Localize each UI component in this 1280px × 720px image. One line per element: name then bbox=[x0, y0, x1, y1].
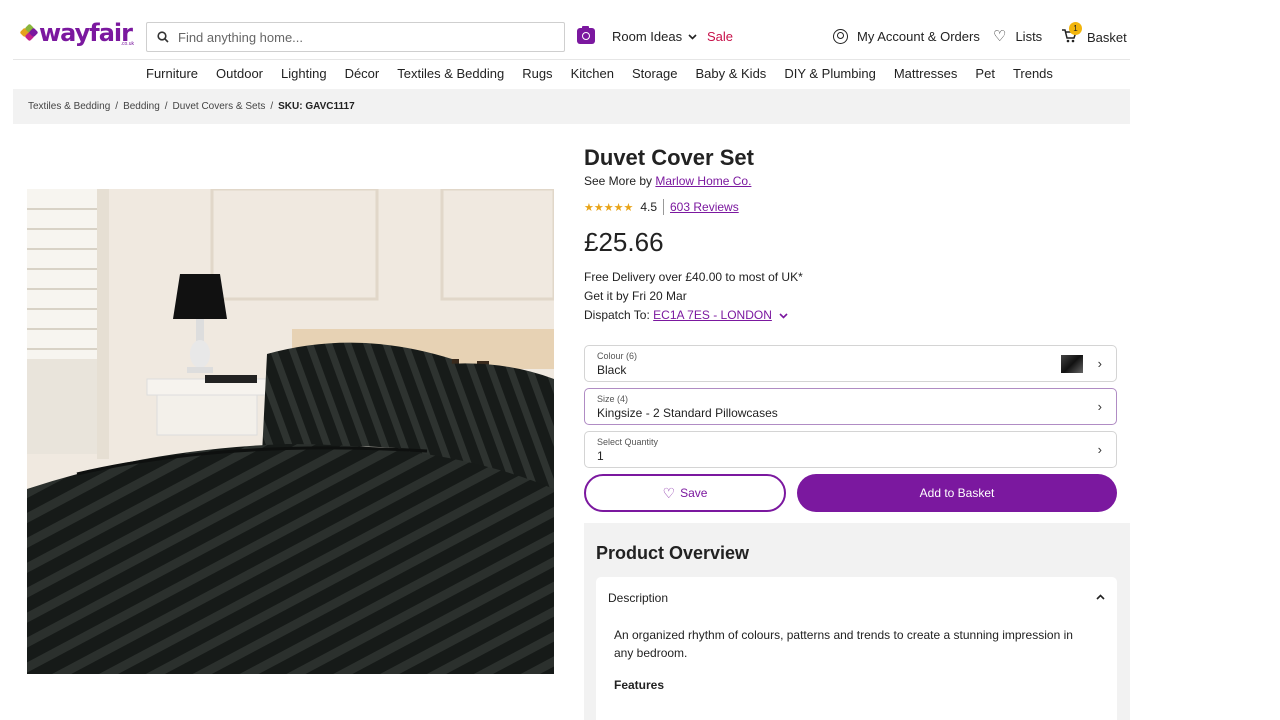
quantity-selector[interactable]: Select Quantity 1 › bbox=[584, 431, 1117, 468]
quantity-label: Select Quantity bbox=[597, 437, 659, 447]
add-to-basket-button[interactable]: Add to Basket bbox=[797, 474, 1117, 512]
dispatch-label: Dispatch To: bbox=[584, 308, 650, 322]
size-selector[interactable]: Size (4) Kingsize - 2 Standard Pillowcas… bbox=[584, 388, 1117, 425]
logo-text: wayfair bbox=[39, 19, 133, 47]
brand-link[interactable]: Marlow Home Co. bbox=[655, 174, 751, 188]
nav-item-pet[interactable]: Pet bbox=[975, 66, 995, 81]
cart-icon: 1 bbox=[1062, 22, 1082, 46]
delivery-info: Free Delivery over £40.00 to most of UK*… bbox=[584, 268, 803, 326]
basket-count-badge: 1 bbox=[1069, 22, 1082, 35]
heart-icon: ♡ bbox=[993, 27, 1007, 45]
rating-value: 4.5 bbox=[640, 200, 657, 214]
see-more-label: See More by bbox=[584, 174, 653, 188]
star-rating-icon: ★★★★★ bbox=[584, 201, 634, 214]
basket-label: Basket bbox=[1087, 30, 1127, 45]
nav-item-decor[interactable]: Décor bbox=[345, 66, 380, 81]
search-bar[interactable] bbox=[146, 22, 565, 52]
quantity-value: 1 bbox=[597, 449, 604, 463]
chevron-right-icon: › bbox=[1097, 399, 1102, 414]
nav-item-mattresses[interactable]: Mattresses bbox=[894, 66, 958, 81]
breadcrumb-separator: / bbox=[270, 101, 274, 112]
breadcrumb-bar: Textiles & Bedding / Bedding / Duvet Cov… bbox=[13, 89, 1130, 124]
logo-mark-icon bbox=[19, 23, 39, 42]
reviews-link[interactable]: 603 Reviews bbox=[670, 200, 739, 214]
basket-link[interactable]: 1 Basket bbox=[1062, 22, 1127, 46]
product-price: £25.66 bbox=[584, 227, 664, 257]
rating-divider bbox=[663, 199, 664, 215]
nav-item-trends[interactable]: Trends bbox=[1013, 66, 1053, 81]
product-image[interactable] bbox=[27, 189, 554, 674]
lists-link[interactable]: ♡ Lists bbox=[993, 27, 1043, 45]
nav-item-rugs[interactable]: Rugs bbox=[522, 66, 552, 81]
account-icon bbox=[833, 29, 848, 44]
free-delivery-text: Free Delivery over £40.00 to most of UK* bbox=[584, 270, 803, 284]
product-title: Duvet Cover Set bbox=[584, 145, 754, 170]
breadcrumb-item-duvet-covers[interactable]: Duvet Covers & Sets bbox=[173, 101, 266, 112]
sale-link[interactable]: Sale bbox=[707, 29, 733, 44]
nav-item-furniture[interactable]: Furniture bbox=[146, 66, 198, 81]
product-overview: Product Overview Description An organize… bbox=[584, 523, 1130, 720]
delivery-date-text: Get it by Fri 20 Mar bbox=[584, 289, 687, 303]
chevron-right-icon: › bbox=[1097, 356, 1102, 371]
features-heading: Features bbox=[614, 678, 665, 692]
nav-item-diy-plumbing[interactable]: DIY & Plumbing bbox=[784, 66, 876, 81]
wayfair-logo[interactable]: wayfair .co.uk bbox=[19, 19, 134, 47]
chevron-right-icon: › bbox=[1097, 442, 1102, 457]
search-icon bbox=[157, 31, 169, 43]
nav-item-baby-kids[interactable]: Baby & Kids bbox=[695, 66, 766, 81]
heart-icon: ♡ bbox=[662, 484, 676, 501]
description-card: Description An organized rhythm of colou… bbox=[596, 577, 1117, 720]
description-heading[interactable]: Description bbox=[608, 591, 668, 605]
breadcrumb-separator: / bbox=[164, 101, 168, 112]
colour-selector[interactable]: Colour (6) Black › bbox=[584, 345, 1117, 382]
site-header: wayfair .co.uk Room Ideas Sale My Accoun… bbox=[13, 14, 1130, 60]
breadcrumb-item-bedding[interactable]: Bedding bbox=[123, 101, 160, 112]
nav-item-storage[interactable]: Storage bbox=[632, 66, 678, 81]
breadcrumb-sku: SKU: GAVC1117 bbox=[278, 101, 355, 112]
overview-title: Product Overview bbox=[596, 543, 750, 563]
category-nav: Furniture Outdoor Lighting Décor Textile… bbox=[146, 66, 1071, 81]
save-label: Save bbox=[680, 486, 708, 500]
lists-label: Lists bbox=[1015, 29, 1043, 44]
room-ideas-menu[interactable]: Room Ideas bbox=[612, 29, 697, 44]
camera-icon[interactable] bbox=[577, 26, 595, 44]
chevron-up-icon[interactable] bbox=[1096, 589, 1105, 603]
search-input[interactable] bbox=[178, 29, 538, 45]
rating-row: ★★★★★ 4.5 603 Reviews bbox=[584, 199, 739, 215]
postcode-link[interactable]: EC1A 7ES - LONDON bbox=[653, 308, 772, 322]
size-label: Size (4) bbox=[597, 394, 629, 404]
breadcrumb: Textiles & Bedding / Bedding / Duvet Cov… bbox=[28, 101, 355, 112]
size-value: Kingsize - 2 Standard Pillowcases bbox=[597, 406, 778, 420]
nav-item-outdoor[interactable]: Outdoor bbox=[216, 66, 263, 81]
nav-item-lighting[interactable]: Lighting bbox=[281, 66, 327, 81]
account-link[interactable]: My Account & Orders bbox=[833, 29, 980, 44]
room-ideas-label: Room Ideas bbox=[612, 29, 683, 44]
account-label: My Account & Orders bbox=[857, 29, 980, 44]
colour-swatch bbox=[1061, 355, 1083, 373]
dispatch-line: Dispatch To: EC1A 7ES - LONDON bbox=[584, 306, 803, 326]
breadcrumb-separator: / bbox=[115, 101, 119, 112]
chevron-down-icon bbox=[688, 33, 697, 40]
colour-label: Colour (6) bbox=[597, 351, 638, 361]
logo-domain: .co.uk bbox=[120, 41, 134, 47]
nav-item-kitchen[interactable]: Kitchen bbox=[571, 66, 614, 81]
breadcrumb-item-textiles-bedding[interactable]: Textiles & Bedding bbox=[28, 101, 110, 112]
chevron-down-icon[interactable] bbox=[779, 311, 788, 322]
nav-item-textiles-bedding[interactable]: Textiles & Bedding bbox=[397, 66, 504, 81]
save-button[interactable]: ♡ Save bbox=[584, 474, 786, 512]
see-more-line: See More by Marlow Home Co. bbox=[584, 174, 751, 188]
colour-value: Black bbox=[597, 363, 627, 377]
description-text: An organized rhythm of colours, patterns… bbox=[614, 628, 1073, 660]
